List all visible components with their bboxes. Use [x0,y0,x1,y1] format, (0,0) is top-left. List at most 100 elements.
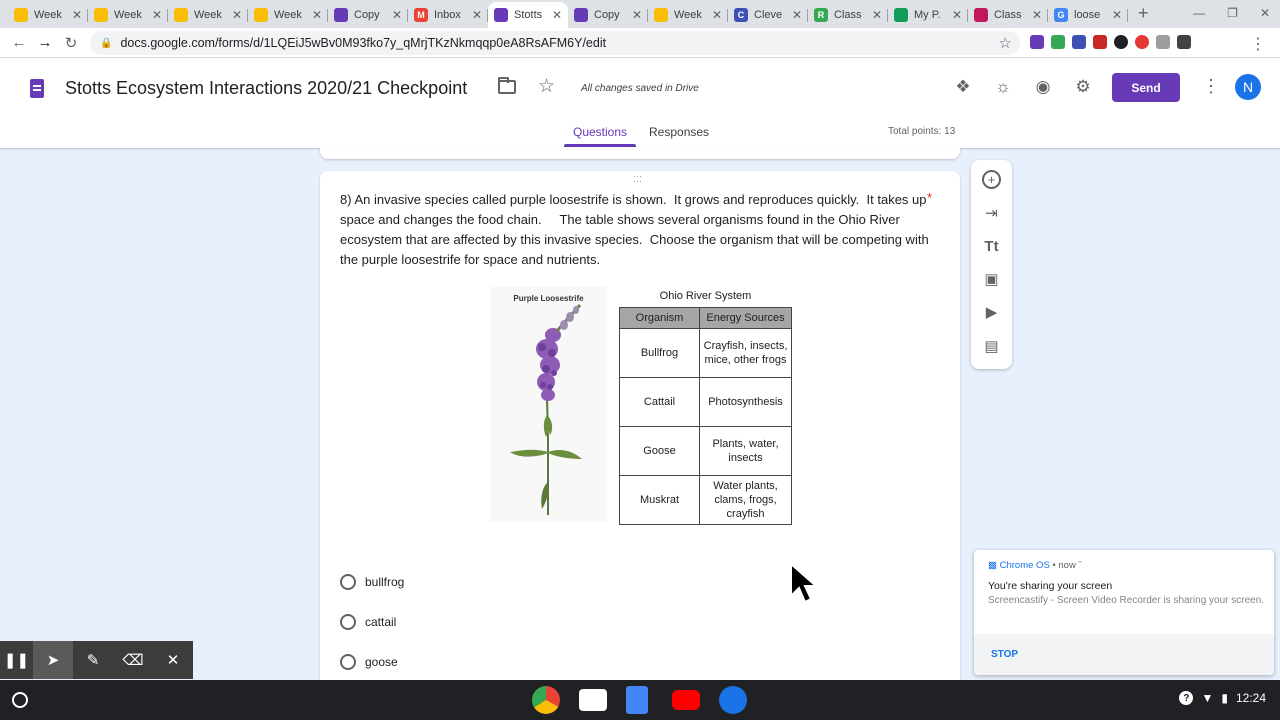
tab-title: Cleve [754,9,783,21]
browser-tab[interactable]: C Cleve ✕ [728,2,808,28]
tab-title: Week [194,9,222,21]
extension-icon[interactable] [1051,35,1065,49]
extension-icon[interactable] [1072,35,1086,49]
screencastify-icon[interactable] [1135,35,1149,49]
browser-menu-icon[interactable]: ⋮ [1250,34,1266,54]
tab-close-icon[interactable]: ✕ [392,8,402,22]
lock-icon[interactable]: 🔒 [100,38,112,49]
form-title[interactable]: Stotts Ecosystem Interactions 2020/21 Ch… [65,78,467,99]
address-bar[interactable]: 🔒 docs.google.com/forms/d/1LQEiJ5wBv0M93… [90,31,1020,55]
tab-favicon-icon [574,8,588,22]
browser-tab[interactable]: Week ✕ [648,2,728,28]
settings-gear-icon[interactable]: ⚙ [1072,76,1094,98]
folder-icon[interactable] [498,77,516,94]
screen-sharing-notification[interactable]: ▩ Chrome OS • now ˆ You're sharing your … [974,550,1274,675]
cursor-tool-icon[interactable]: ➤ [33,641,73,679]
preview-eye-icon[interactable]: ◉ [1032,76,1054,98]
pen-tool-icon[interactable]: ✎ [73,641,113,679]
tab-close-icon[interactable]: ✕ [472,8,482,22]
import-questions-icon[interactable]: ⇥ [982,204,1001,223]
extension-icon[interactable] [1177,35,1191,49]
add-video-icon[interactable]: ▶ [982,303,1001,322]
back-icon[interactable]: ← [6,34,32,51]
extension-icon[interactable] [1114,35,1128,49]
drag-handle-icon[interactable]: ⋯ ⋯ [633,172,649,186]
browser-tab[interactable]: R Class ✕ [808,2,888,28]
tab-close-icon[interactable]: ✕ [792,8,802,22]
eraser-tool-icon[interactable]: ⌫ [113,641,153,679]
browser-tab[interactable]: Copy ✕ [328,2,408,28]
tab-close-icon[interactable]: ✕ [632,8,642,22]
tab-responses[interactable]: Responses [649,125,709,139]
docs-app-icon[interactable] [626,686,648,714]
more-options-icon[interactable]: ⋮ [1202,76,1220,97]
restore-icon[interactable]: ❐ [1227,6,1238,20]
gmail-app-icon[interactable] [579,689,607,711]
send-button[interactable]: Send [1112,73,1180,102]
tab-questions[interactable]: Questions [573,125,627,139]
browser-tab[interactable]: Week ✕ [168,2,248,28]
option-cattail[interactable]: cattail [340,614,396,630]
chrome-app-icon[interactable] [532,686,560,714]
browser-tab[interactable]: Class ✕ [968,2,1048,28]
forms-logo-icon[interactable] [30,79,44,98]
close-toolbar-icon[interactable]: ✕ [153,641,193,679]
status-tray[interactable]: ? ▼ ▮ 12:24 [1179,691,1266,705]
tab-close-icon[interactable]: ✕ [1112,8,1122,22]
close-window-icon[interactable]: ✕ [1260,6,1270,20]
addons-puzzle-icon[interactable]: ❖ [952,76,974,98]
organism-table: Organism Energy Sources Bullfrog Crayfis… [619,307,792,525]
tab-close-icon[interactable]: ✕ [152,8,162,22]
browser-tab[interactable]: Copy ✕ [568,2,648,28]
add-title-icon[interactable]: Tt [982,237,1001,256]
tab-close-icon[interactable]: ✕ [952,8,962,22]
palette-icon[interactable]: ☼ [992,76,1014,98]
notification-body: Screencastify - Screen Video Recorder is… [988,595,1265,606]
notification-title: You're sharing your screen [988,580,1113,592]
extensions-area [1030,35,1191,49]
bookmark-star-icon[interactable]: ☆ [999,34,1012,52]
option-bullfrog[interactable]: bullfrog [340,574,404,590]
forward-icon[interactable]: → [32,34,58,51]
browser-tab[interactable]: Gloose ✕ [1048,2,1128,28]
add-question-icon[interactable]: + [982,170,1001,189]
tab-close-icon[interactable]: ✕ [232,8,242,22]
browser-tab[interactable]: Week ✕ [88,2,168,28]
extension-icon[interactable] [1093,35,1107,49]
tab-favicon-icon [894,8,908,22]
extension-icon[interactable] [1156,35,1170,49]
radio-button[interactable] [340,654,356,670]
browser-tab[interactable]: Stotts ✕ [488,2,568,28]
star-icon[interactable]: ☆ [538,75,555,98]
tab-close-icon[interactable]: ✕ [72,8,82,22]
browser-tab[interactable]: My P. ✕ [888,2,968,28]
add-image-icon[interactable]: ▣ [982,270,1001,289]
pause-icon[interactable]: ❚❚ [0,641,33,679]
chevron-up-icon[interactable]: ˆ [1078,560,1081,571]
tab-close-icon[interactable]: ✕ [312,8,322,22]
minimize-icon[interactable]: — [1193,6,1205,20]
option-goose[interactable]: goose [340,654,398,670]
previous-question-card[interactable] [320,148,960,159]
radio-button[interactable] [340,574,356,590]
launcher-icon[interactable] [12,692,28,708]
new-tab-icon[interactable]: + [1138,3,1149,24]
browser-tab[interactable]: Week ✕ [8,2,88,28]
reload-icon[interactable]: ↻ [58,34,84,52]
add-section-icon[interactable]: ▤ [982,337,1001,356]
stop-sharing-button[interactable]: STOP [991,649,1018,660]
avatar[interactable]: N [1235,74,1261,100]
tab-close-icon[interactable]: ✕ [552,8,562,22]
help-icon[interactable]: ? [1179,691,1194,705]
files-app-icon[interactable] [719,686,747,714]
tab-close-icon[interactable]: ✕ [1032,8,1042,22]
browser-tab[interactable]: Week ✕ [248,2,328,28]
extension-icon[interactable] [1030,35,1044,49]
tab-close-icon[interactable]: ✕ [872,8,882,22]
tab-close-icon[interactable]: ✕ [712,8,722,22]
browser-tab[interactable]: M Inbox ✕ [408,2,488,28]
youtube-app-icon[interactable] [672,690,700,710]
radio-button[interactable] [340,614,356,630]
question-text[interactable]: 8) An invasive species called purple loo… [340,190,930,270]
table-header-cell: Energy Sources [699,307,792,329]
